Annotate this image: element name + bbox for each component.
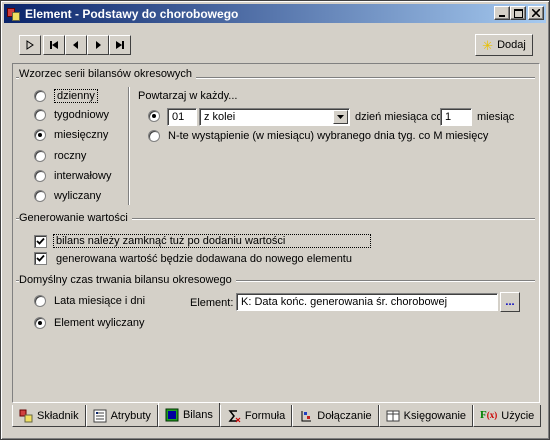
radio-label: dzienny: [54, 89, 98, 103]
close-balance-checkbox[interactable]: bilans należy zamknąć tuż po dodaniu war…: [34, 234, 371, 248]
tab-label: Księgowanie: [403, 409, 467, 422]
radio-circle: [34, 109, 46, 121]
add-button[interactable]: ✳ Dodaj: [475, 34, 533, 56]
star-icon: ✳: [482, 37, 494, 53]
radio-label: wyliczany: [54, 190, 102, 202]
radio-nth-weekday[interactable]: N-te wystąpienie (w miesiącu) wybranego …: [148, 130, 488, 142]
next-icon: [96, 41, 101, 49]
window-title: Element - Podstawy do chorobowego: [25, 6, 239, 21]
mode-select[interactable]: z kolei: [199, 108, 350, 126]
attributes-icon: [93, 409, 107, 423]
generate-section-title: Generowanie wartości: [19, 212, 132, 224]
next-record-button[interactable]: [87, 35, 109, 55]
title-bar[interactable]: Element - Podstawy do chorobowego: [4, 4, 546, 23]
tab-dolaczanie[interactable]: Dołączanie: [292, 405, 379, 427]
radio-label: interwałowy: [54, 170, 112, 182]
radio-circle: [148, 110, 160, 122]
last-record-button[interactable]: [109, 35, 131, 55]
balance-icon: [165, 408, 179, 422]
radio-circle: [34, 170, 46, 182]
radio-circle: [148, 130, 160, 142]
radio-label: Element wyliczany: [54, 317, 145, 329]
checkbox-box: [34, 234, 47, 248]
cursor-icon: [26, 40, 34, 50]
formula-icon: [227, 409, 241, 423]
element-window: Element - Podstawy do chorobowego ✳ Doda…: [0, 0, 550, 440]
bottom-tab-strip: Składnik Atrybuty Bilans Formuła Dołącza…: [12, 403, 542, 429]
usage-icon: F(x): [480, 408, 498, 421]
day-of-month-label: dzień miesiąca co: [355, 111, 443, 123]
radio-circle: [34, 129, 46, 141]
ingredient-icon: [19, 409, 33, 423]
radio-day-of-month[interactable]: [148, 110, 168, 122]
close-button[interactable]: [528, 6, 544, 20]
booking-icon: [386, 409, 400, 423]
radio-tygodniowy[interactable]: tygodniowy: [34, 109, 109, 121]
repeat-label: Powtarzaj w każdy...: [138, 90, 238, 102]
radio-label: Lata miesiące i dni: [54, 295, 146, 307]
checkbox-label: bilans należy zamknąć tuż po dodaniu war…: [53, 234, 371, 248]
last-icon: [116, 41, 124, 49]
radio-circle: [34, 317, 46, 329]
prev-icon: [73, 41, 78, 49]
checkmark-icon: [36, 237, 45, 245]
radio-label: tygodniowy: [54, 109, 110, 121]
duration-section-title: Domyślny czas trwania bilansu okresowego: [19, 274, 236, 286]
element-label: Element:: [190, 297, 234, 309]
radio-label: miesięczny: [54, 129, 109, 141]
radio-label: roczny: [54, 150, 87, 162]
series-section-title: Wzorzec serii bilansów okresowych: [19, 68, 196, 80]
tab-formula[interactable]: Formuła: [219, 405, 293, 427]
prev-record-button[interactable]: [65, 35, 87, 55]
radio-wyliczany[interactable]: wyliczany: [34, 190, 101, 202]
tab-label: Składnik: [37, 409, 79, 422]
radio-miesieczny[interactable]: miesięczny: [34, 129, 108, 141]
tab-atrybuty[interactable]: Atrybuty: [85, 405, 158, 427]
vertical-divider: [128, 87, 130, 205]
tab-uzycie[interactable]: F(x) Użycie: [473, 405, 542, 427]
attach-icon: [299, 409, 313, 423]
first-icon: [50, 41, 58, 49]
mode-select-value: z kolei: [204, 111, 236, 123]
edit-record-button[interactable]: [19, 35, 41, 55]
radio-label: N-te wystąpienie (w miesiącu) wybranego …: [168, 130, 489, 142]
checkmark-icon: [36, 254, 45, 262]
radio-circle: [34, 90, 46, 102]
radio-circle: [34, 190, 46, 202]
tab-label: Dołączanie: [317, 409, 372, 422]
radio-dzienny[interactable]: dzienny: [34, 89, 98, 103]
radio-circle: [34, 150, 46, 162]
tab-skladnik[interactable]: Składnik: [12, 405, 86, 427]
new-element-checkbox[interactable]: generowana wartość będzie dodawana do no…: [34, 252, 352, 265]
every-n-months-input[interactable]: 1: [440, 108, 472, 126]
tab-label: Bilans: [182, 408, 213, 421]
tab-ksiegowanie[interactable]: Księgowanie: [378, 405, 474, 427]
radio-years-months-days[interactable]: Lata miesiące i dni: [34, 295, 145, 307]
maximize-button[interactable]: [510, 6, 526, 20]
checkbox-box: [34, 252, 47, 265]
tab-label: Formuła: [244, 409, 286, 422]
tab-label: Atrybuty: [110, 409, 151, 422]
chevron-down-icon[interactable]: [333, 110, 348, 124]
day-input[interactable]: 01: [167, 108, 197, 126]
month-label: miesiąc: [477, 111, 515, 123]
browse-button[interactable]: ...: [500, 292, 520, 312]
tab-label: Użycie: [501, 409, 535, 422]
radio-circle: [34, 295, 46, 307]
tab-bilans[interactable]: Bilans: [157, 403, 220, 427]
app-icon: [6, 6, 22, 22]
radio-interwalowy[interactable]: interwałowy: [34, 170, 111, 182]
minimize-button[interactable]: [494, 6, 510, 20]
first-record-button[interactable]: [43, 35, 65, 55]
checkbox-label: generowana wartość będzie dodawana do no…: [56, 252, 352, 265]
radio-computed-element[interactable]: Element wyliczany: [34, 317, 144, 329]
record-navigator: [19, 35, 131, 55]
radio-roczny[interactable]: roczny: [34, 150, 86, 162]
element-input[interactable]: K: Data końc. generowania śr. chorobowej: [236, 293, 498, 311]
add-button-label: Dodaj: [497, 39, 526, 51]
